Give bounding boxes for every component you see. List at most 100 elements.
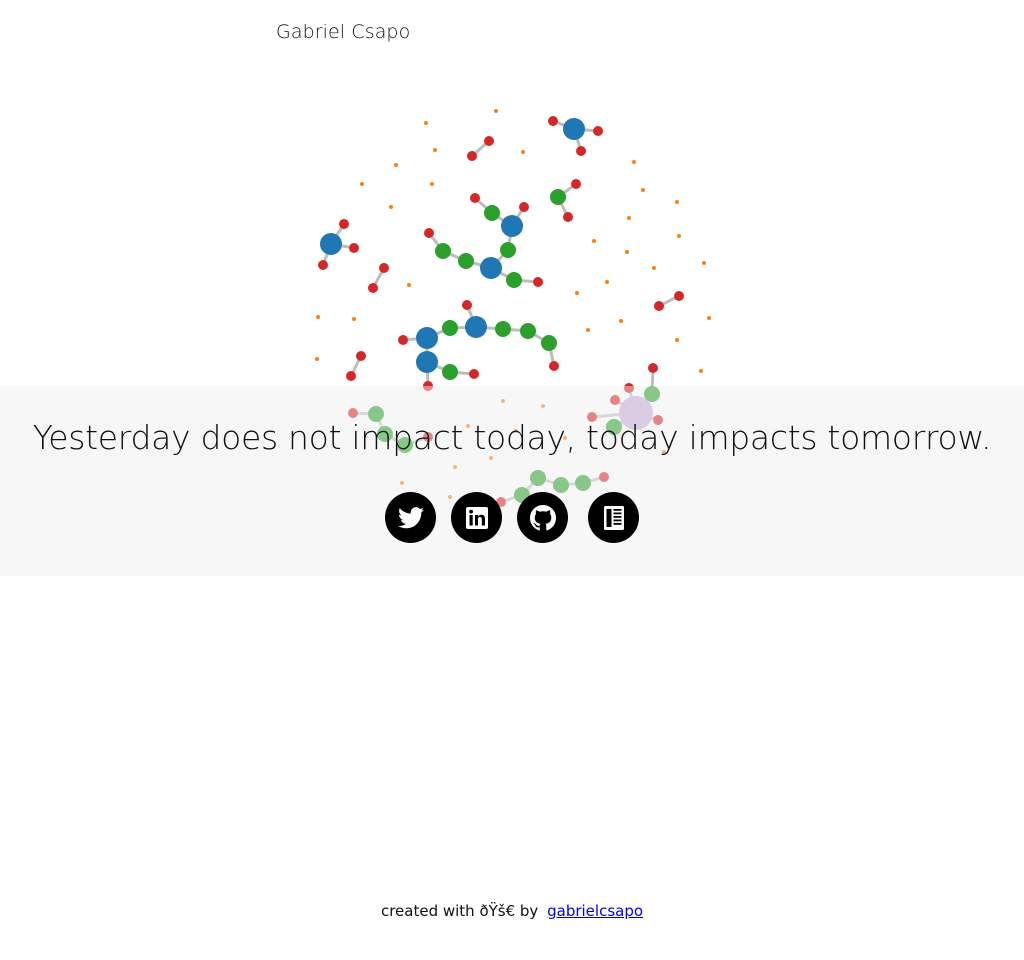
graph-link — [658, 294, 680, 308]
graph-node[interactable] — [465, 316, 487, 338]
graph-link — [573, 127, 599, 133]
graph-link — [471, 139, 490, 158]
graph-node[interactable] — [648, 363, 658, 373]
graph-node — [627, 216, 631, 220]
graph-link — [489, 248, 510, 270]
graph-node — [316, 315, 320, 319]
graph-node — [407, 283, 411, 287]
graph-node[interactable] — [654, 301, 664, 311]
graph-node[interactable] — [519, 202, 529, 212]
graph-link — [349, 355, 363, 377]
graph-node — [433, 148, 437, 152]
graph-link — [427, 232, 445, 252]
graph-node[interactable] — [442, 320, 458, 336]
graph-node[interactable] — [470, 193, 480, 203]
site-name[interactable]: Gabriel Csapo — [276, 21, 410, 43]
graph-link — [506, 225, 514, 251]
graph-node[interactable] — [674, 291, 684, 301]
graph-link — [442, 249, 467, 263]
graph-node[interactable] — [548, 116, 558, 126]
graph-node — [315, 357, 319, 361]
graph-node[interactable] — [469, 369, 479, 379]
graph-node[interactable] — [424, 228, 434, 238]
social-links — [0, 492, 1024, 544]
graph-node[interactable] — [416, 327, 438, 349]
graph-node[interactable] — [576, 146, 586, 156]
graph-node[interactable] — [462, 300, 472, 310]
graph-node[interactable] — [541, 335, 557, 351]
graph-node[interactable] — [563, 212, 573, 222]
graph-link — [425, 361, 430, 387]
graph-link — [556, 196, 570, 218]
graph-link — [502, 327, 529, 333]
graph-node[interactable] — [484, 136, 494, 146]
graph-node[interactable] — [368, 283, 378, 293]
graph-node[interactable] — [501, 215, 523, 237]
graph-node[interactable] — [442, 364, 458, 380]
graph-node[interactable] — [480, 257, 502, 279]
graph-link — [329, 223, 346, 245]
graph-node[interactable] — [458, 253, 474, 269]
graph-link — [426, 360, 451, 374]
graph-node[interactable] — [339, 219, 349, 229]
graph-link — [465, 259, 492, 270]
blog-button[interactable] — [588, 492, 639, 543]
graph-link — [513, 278, 539, 284]
graph-node — [586, 328, 590, 332]
graph-node — [360, 182, 364, 186]
graph-link — [449, 325, 477, 330]
graph-link — [321, 243, 333, 266]
graph-node[interactable] — [593, 126, 603, 136]
linkedin-button[interactable] — [451, 492, 502, 543]
graph-node — [675, 338, 679, 342]
graph-link — [557, 182, 577, 199]
graph-link — [527, 329, 550, 345]
graph-node — [494, 109, 498, 113]
hero-band — [0, 386, 1024, 576]
graph-node[interactable] — [356, 351, 366, 361]
graph-node[interactable] — [398, 335, 408, 345]
linkedin-icon — [465, 506, 488, 529]
graph-node[interactable] — [318, 260, 328, 270]
graph-node[interactable] — [506, 272, 522, 288]
github-button[interactable] — [517, 492, 568, 543]
footer-author-link[interactable]: gabrielcsapo — [547, 902, 643, 920]
graph-node — [619, 319, 623, 323]
graph-node — [430, 182, 434, 186]
graph-node[interactable] — [467, 151, 477, 161]
graph-node — [625, 250, 629, 254]
footer-text: created with ðŸš€ by — [380, 902, 539, 920]
graph-node — [424, 121, 428, 125]
graph-link — [330, 242, 355, 250]
graph-node[interactable] — [550, 189, 566, 205]
graph-node[interactable] — [320, 233, 342, 255]
graph-node[interactable] — [349, 243, 359, 253]
graph-node — [675, 200, 679, 204]
graph-link — [402, 336, 428, 342]
graph-node[interactable] — [379, 263, 389, 273]
graph-link — [490, 266, 515, 282]
graph-node — [592, 239, 596, 243]
graph-node[interactable] — [416, 351, 438, 373]
graph-node[interactable] — [533, 277, 543, 287]
graph-node — [702, 261, 706, 265]
graph-link — [475, 325, 504, 331]
page: Gabriel Csapo Yesterday does not impact … — [0, 0, 1024, 960]
graph-node[interactable] — [495, 321, 511, 337]
graph-node — [575, 291, 579, 295]
graph-node[interactable] — [435, 243, 451, 259]
graph-node[interactable] — [500, 242, 516, 258]
graph-node — [677, 234, 681, 238]
graph-node[interactable] — [571, 179, 581, 189]
graph-node — [605, 280, 609, 284]
graph-node — [707, 316, 711, 320]
graph-node[interactable] — [484, 205, 500, 221]
graph-node — [389, 205, 393, 209]
graph-link — [474, 196, 493, 215]
graph-node[interactable] — [549, 361, 559, 371]
graph-node — [641, 188, 645, 192]
graph-node[interactable] — [346, 371, 356, 381]
graph-node[interactable] — [563, 118, 585, 140]
twitter-button[interactable] — [385, 492, 436, 543]
graph-node[interactable] — [520, 323, 536, 339]
